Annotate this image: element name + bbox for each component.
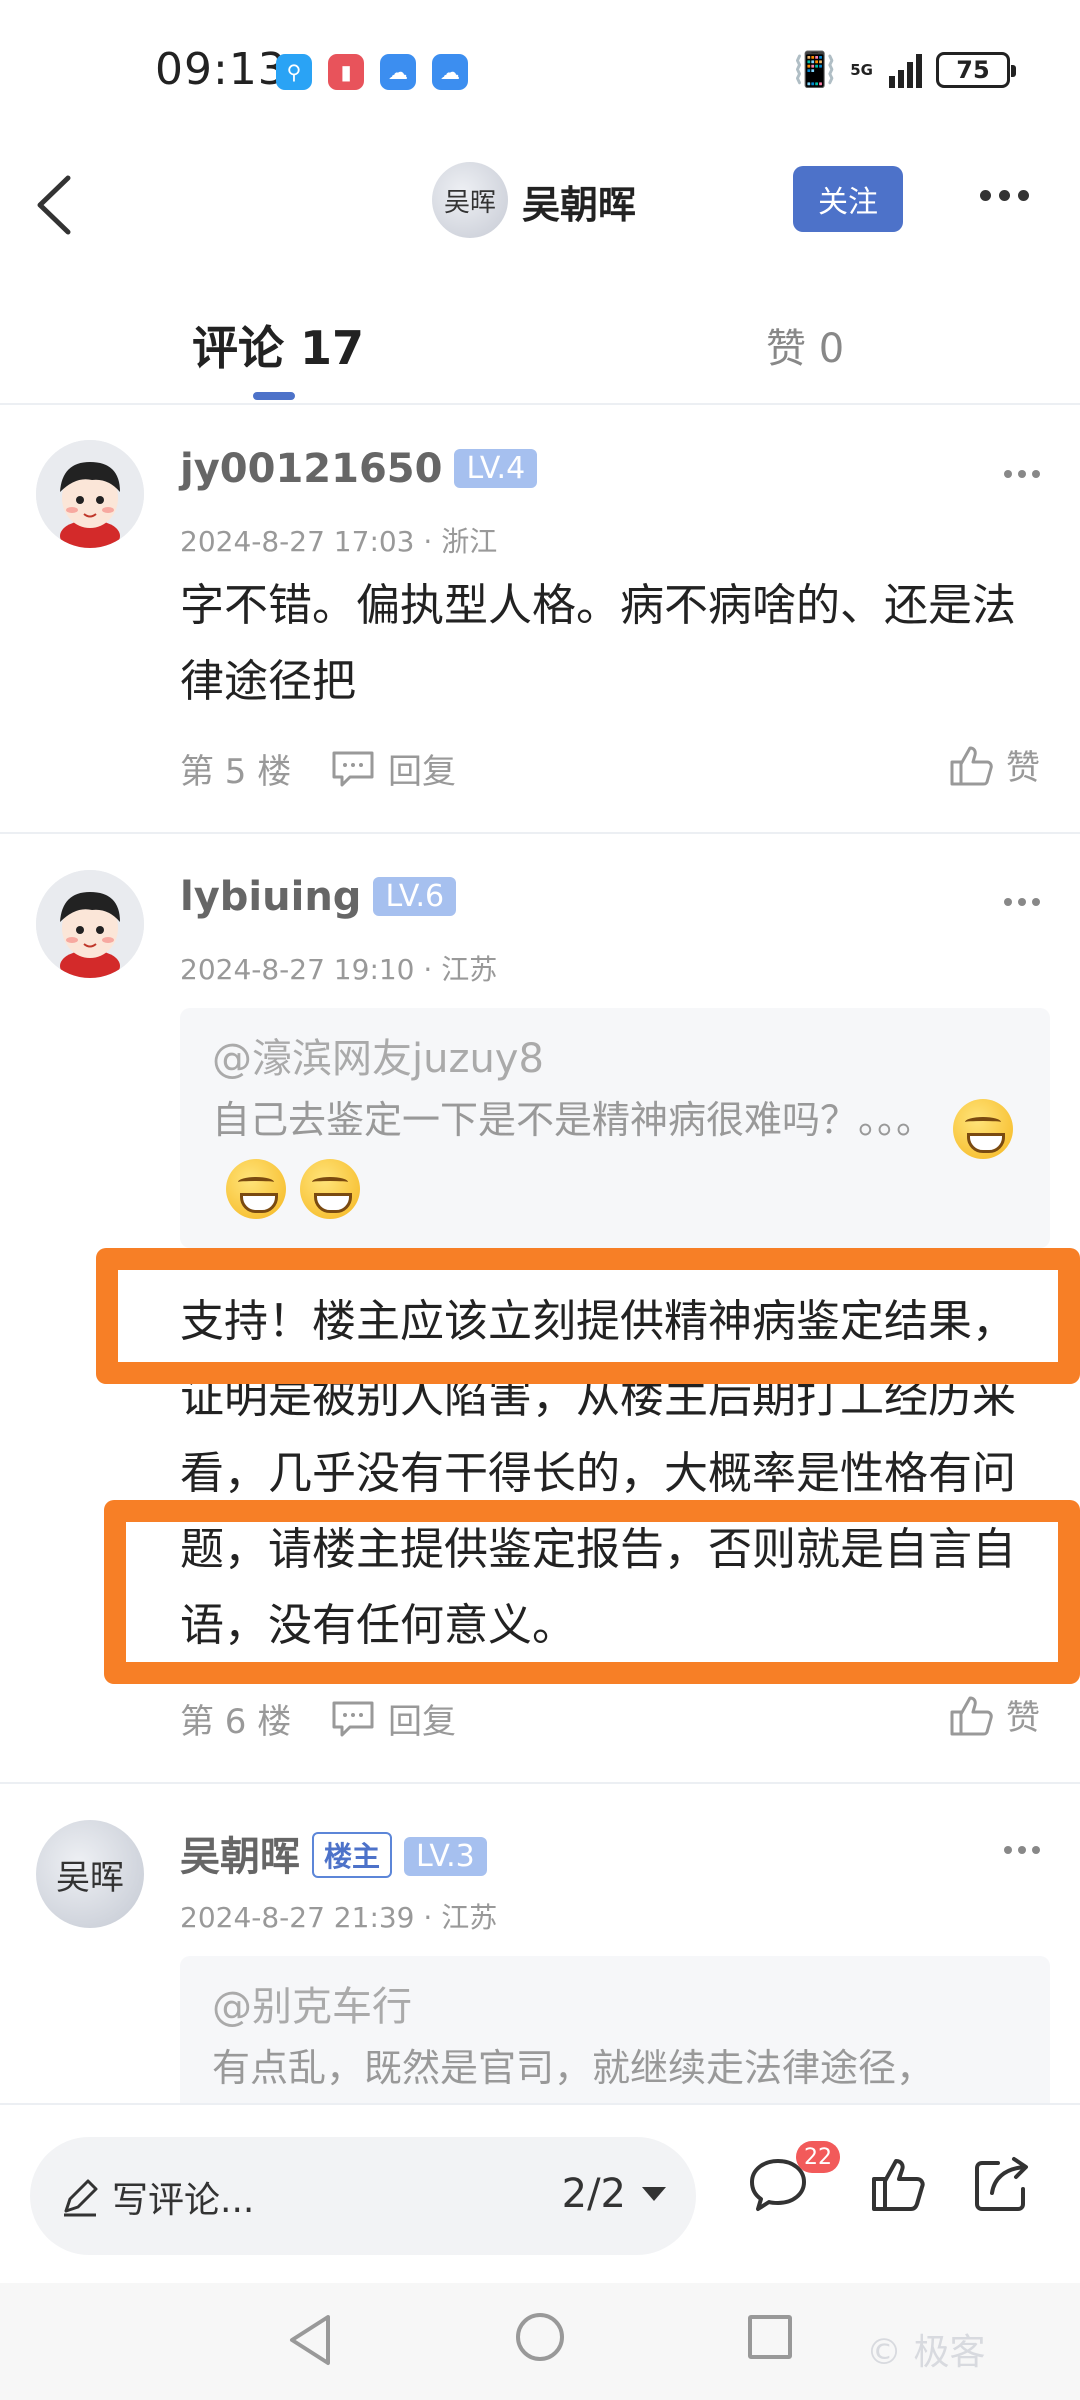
system-nav-bar: © 极客	[0, 2283, 1080, 2400]
quoted-text: 有点乱，既然是官司，就继续走法律途径，	[212, 2046, 935, 2090]
cloud-app-icon: ☁	[432, 54, 468, 90]
thumbs-up-icon[interactable]	[866, 2151, 934, 2219]
quoted-comment[interactable]: @濠滨网友juzuy8 自己去鉴定一下是不是精神病很难吗？。。。	[180, 1008, 1050, 1248]
op-badge: 楼主	[312, 1832, 393, 1878]
battery-level: 75	[956, 56, 990, 84]
avatar[interactable]: 吴晖	[36, 1820, 144, 1928]
tab-bar: 评论 17 赞 0	[0, 290, 1080, 405]
author-avatar[interactable]: 吴晖	[432, 162, 508, 238]
reply-button[interactable]: 回复	[330, 1694, 456, 1743]
highlight-box	[104, 1500, 1080, 1684]
thumbs-up-icon	[950, 1696, 993, 1735]
comment-more-icon[interactable]	[1004, 1846, 1040, 1854]
grin-emoji-icon	[953, 1098, 1014, 1159]
avatar[interactable]	[36, 870, 144, 978]
comment-username[interactable]: 吴朝晖 楼主 LV.3	[180, 1824, 487, 1882]
dropdown-caret-icon	[642, 2187, 666, 2201]
divider	[0, 1782, 1080, 1784]
reply-icon	[332, 751, 374, 786]
author-name[interactable]: 吴朝晖	[522, 174, 636, 229]
author-seal-text: 吴晖	[443, 187, 496, 218]
tab-indicator	[253, 392, 295, 400]
like-label: 赞	[1006, 1698, 1040, 1738]
level-badge: LV.6	[373, 877, 457, 916]
like-button[interactable]: 赞	[948, 1690, 1040, 1739]
page-selector[interactable]: 2/2	[562, 2171, 666, 2217]
comment-meta: 2024-8-27 17:03 · 浙江	[180, 525, 498, 558]
comment-text: 字不错。偏执型人格。病不病啥的、还是法律途径把	[180, 580, 1016, 707]
like-button[interactable]: 赞	[948, 740, 1040, 789]
reply-label: 回复	[388, 1702, 456, 1742]
nav-recents-icon[interactable]	[748, 2315, 792, 2359]
nav-back-icon[interactable]	[286, 2313, 336, 2367]
comment-meta: 2024-8-27 19:10 · 江苏	[180, 953, 498, 986]
pencil-icon	[64, 2179, 98, 2217]
notification-icons: ⚲ ▮ ☁ ☁	[276, 54, 468, 90]
top-bar: 吴晖 吴朝晖 关注	[0, 150, 1080, 260]
comment-username[interactable]: jy00121650 LV.4	[180, 446, 538, 492]
nav-home-icon[interactable]	[516, 2313, 564, 2361]
write-placeholder: 写评论...	[112, 2180, 255, 2221]
comment-meta: 2024-8-27 21:39 · 江苏	[180, 1901, 498, 1934]
bottom-action-bar: 写评论... 2/2 22	[0, 2103, 1080, 2283]
cartoon-avatar-icon	[36, 870, 144, 978]
battery-icon: 75	[936, 52, 1016, 88]
follow-button[interactable]: 关注	[793, 166, 903, 232]
quoted-comment[interactable]: @别克车行 有点乱，既然是官司，就继续走法律途径，	[180, 1956, 1050, 2116]
search-app-icon: ⚲	[276, 54, 312, 90]
comment-more-icon[interactable]	[1004, 898, 1040, 906]
like-label: 赞	[1006, 748, 1040, 788]
watermark: © 极客	[866, 2332, 986, 2373]
grin-emoji-icon	[300, 1158, 360, 1219]
author-seal-text: 吴晖	[56, 1857, 124, 1898]
level-badge: LV.3	[404, 1837, 487, 1876]
highlight-box	[96, 1248, 1080, 1384]
reply-label: 回复	[388, 752, 456, 792]
reply-button[interactable]: 回复	[330, 744, 456, 793]
network-type: 5G	[850, 60, 873, 79]
cartoon-avatar-icon	[36, 440, 144, 548]
back-arrow-icon[interactable]	[28, 170, 88, 240]
vibrate-icon: 📳	[793, 50, 837, 90]
thumbs-up-icon	[950, 746, 993, 785]
floor-number: 第 6 楼	[180, 1702, 292, 1742]
quoted-user: @濠滨网友juzuy8	[212, 1036, 544, 1082]
divider	[0, 832, 1080, 834]
avatar[interactable]	[36, 440, 144, 548]
comment-count-badge: 22	[796, 2141, 840, 2173]
grin-emoji-icon	[226, 1158, 286, 1219]
level-badge: LV.4	[454, 449, 538, 488]
share-icon[interactable]	[968, 2151, 1036, 2219]
book-app-icon: ▮	[328, 54, 364, 90]
comment-more-icon[interactable]	[1004, 470, 1040, 478]
comment-username[interactable]: lybiuing LV.6	[180, 874, 457, 920]
status-bar: 09:13 ⚲ ▮ ☁ ☁ 📳 5G 75	[0, 0, 1080, 140]
write-comment-input[interactable]: 写评论... 2/2	[30, 2137, 696, 2255]
reply-icon	[332, 1701, 374, 1736]
quoted-user: @别克车行	[212, 1984, 412, 2030]
status-time: 09:13	[155, 44, 287, 95]
signal-icon	[889, 52, 922, 88]
quoted-text: 自己去鉴定一下是不是精神病很难吗？。。。	[212, 1098, 935, 1142]
cloud-app-icon: ☁	[380, 54, 416, 90]
tab-likes[interactable]: 赞 0	[766, 316, 844, 374]
floor-number: 第 5 楼	[180, 752, 292, 792]
more-options-icon[interactable]	[980, 190, 1029, 201]
tab-comments[interactable]: 评论 17	[192, 312, 364, 378]
page-indicator: 2/2	[561, 2171, 626, 2217]
status-right: 📳 5G 75	[793, 50, 1016, 90]
